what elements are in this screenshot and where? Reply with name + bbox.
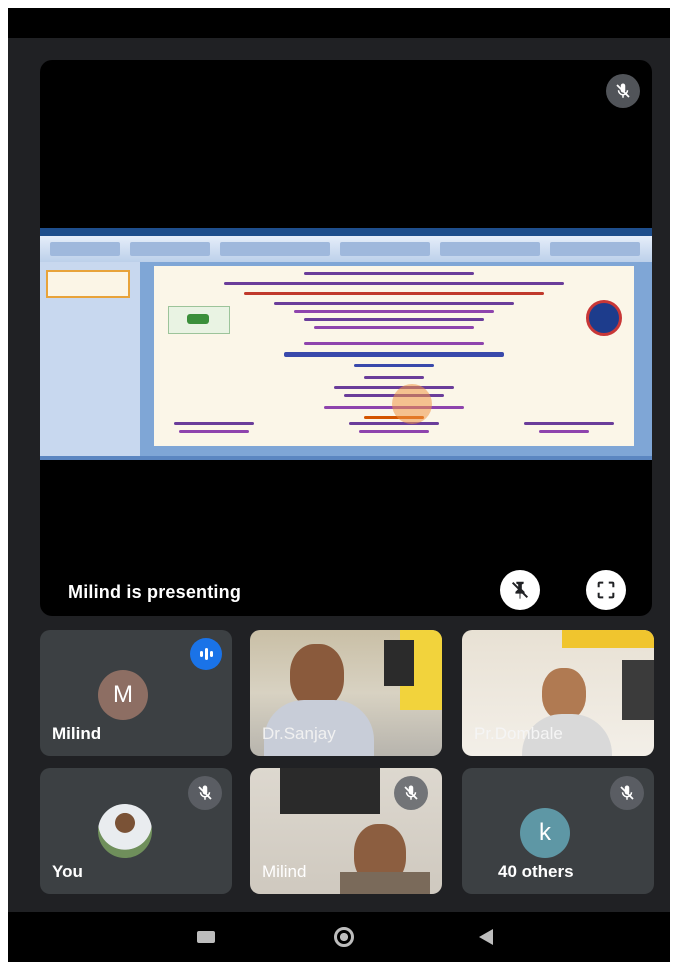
- slide-thumbnail-pane: [40, 262, 140, 456]
- participant-tile-you[interactable]: You: [40, 768, 232, 894]
- avatar: k: [520, 808, 570, 858]
- slide-watermark: [392, 384, 432, 424]
- avatar: M: [98, 670, 148, 720]
- participant-tile-milind[interactable]: M Milind: [40, 630, 232, 756]
- unpin-button[interactable]: [500, 570, 540, 610]
- participant-tile-others[interactable]: k 40 others: [462, 768, 654, 894]
- participant-name: Pr.Dombale: [474, 724, 563, 743]
- participant-name: 40 others: [498, 862, 574, 881]
- college-emblem-right: [586, 300, 622, 336]
- participant-name: You: [52, 862, 83, 881]
- home-icon: [334, 927, 354, 947]
- presenting-label: Milind is presenting: [68, 582, 242, 602]
- audio-level-icon: [190, 638, 222, 670]
- pin-off-icon: [511, 581, 529, 600]
- home-button[interactable]: [324, 924, 364, 950]
- app-ribbon: [40, 236, 652, 262]
- mic-off-icon: [606, 74, 640, 108]
- participant-tile-pr-dombale[interactable]: Pr.Dombale: [462, 630, 654, 756]
- mic-off-icon: [610, 776, 644, 810]
- recents-button[interactable]: [186, 924, 226, 950]
- participant-video: [542, 668, 586, 720]
- participant-name: Dr.Sanjay: [262, 724, 336, 743]
- status-bar: [8, 8, 670, 38]
- participant-video: [290, 644, 344, 708]
- participant-name: Milind: [262, 862, 307, 881]
- back-button[interactable]: [466, 924, 506, 950]
- shared-screen: [40, 228, 652, 460]
- participant-tile-dr-sanjay[interactable]: Dr.Sanjay: [250, 630, 442, 756]
- app-titlebar: [40, 228, 652, 236]
- navigation-bar: [8, 912, 670, 962]
- phone-screen: Milind is presenting M Milind Dr.Sanjay …: [8, 8, 670, 962]
- participant-name: Milind: [52, 724, 102, 743]
- slide-canvas: [140, 262, 652, 456]
- recents-icon: [197, 931, 215, 943]
- slide-thumbnail: [46, 270, 130, 298]
- avatar: [98, 804, 152, 858]
- fullscreen-button[interactable]: [586, 570, 626, 610]
- slide: [154, 266, 634, 446]
- mic-off-icon: [394, 776, 428, 810]
- back-icon: [479, 929, 493, 945]
- fullscreen-icon: [597, 581, 615, 599]
- app-statusbar: [40, 456, 652, 460]
- mic-off-icon: [188, 776, 222, 810]
- presentation-view[interactable]: Milind is presenting: [40, 60, 652, 616]
- participant-tile-milind-2[interactable]: Milind: [250, 768, 442, 894]
- college-logo-left: [168, 306, 230, 334]
